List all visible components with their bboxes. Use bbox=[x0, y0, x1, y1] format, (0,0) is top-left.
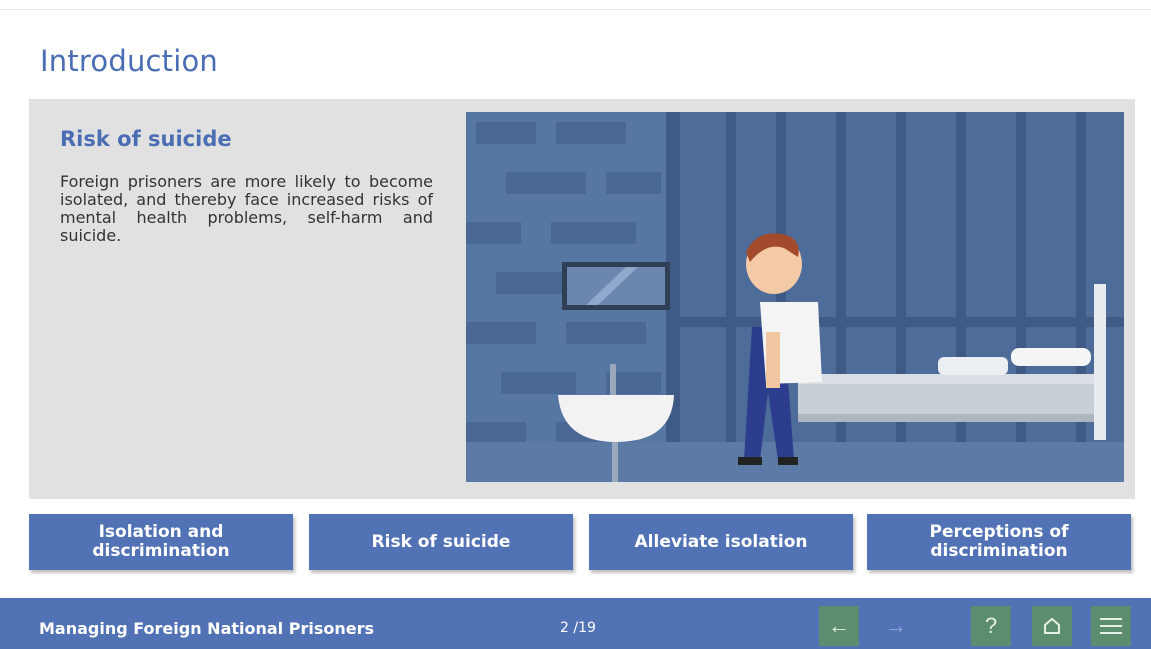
top-divider bbox=[0, 9, 1151, 10]
section-body: Foreign prisoners are more likely to bec… bbox=[60, 172, 433, 245]
nav-button-label: Isolation and discrimination bbox=[92, 522, 230, 561]
forward-arrow-icon: → bbox=[885, 613, 907, 638]
prison-cell-illustration bbox=[466, 112, 1124, 482]
section-title: Risk of suicide bbox=[60, 127, 232, 151]
nav-button-alleviate-isolation[interactable]: Alleviate isolation bbox=[589, 514, 853, 570]
home-icon bbox=[1044, 617, 1060, 634]
course-title: Managing Foreign National Prisoners bbox=[39, 619, 374, 638]
footer-bar: Managing Foreign National Prisoners 2 /1… bbox=[0, 598, 1151, 649]
page-title: Introduction bbox=[40, 44, 219, 78]
back-arrow-icon: ← bbox=[828, 613, 850, 638]
prison-cell-scene bbox=[466, 112, 1124, 482]
nav-button-isolation[interactable]: Isolation and discrimination bbox=[29, 514, 293, 570]
back-button[interactable]: ← bbox=[819, 606, 859, 646]
help-button[interactable]: ? bbox=[971, 606, 1011, 646]
nav-button-risk-of-suicide[interactable]: Risk of suicide bbox=[309, 514, 573, 570]
home-button[interactable] bbox=[1032, 606, 1072, 646]
nav-button-label: Perceptions of discrimination bbox=[929, 522, 1069, 561]
nav-button-label: Risk of suicide bbox=[371, 531, 511, 552]
menu-button[interactable] bbox=[1091, 606, 1131, 646]
menu-icon bbox=[1100, 618, 1122, 634]
forward-button[interactable]: → bbox=[876, 606, 916, 646]
nav-button-perceptions[interactable]: Perceptions of discrimination bbox=[867, 514, 1131, 570]
help-icon: ? bbox=[984, 613, 998, 638]
content-panel: Risk of suicide Foreign prisoners are mo… bbox=[29, 99, 1135, 499]
page-counter: 2 /19 bbox=[560, 620, 596, 636]
nav-button-label: Alleviate isolation bbox=[634, 531, 808, 552]
